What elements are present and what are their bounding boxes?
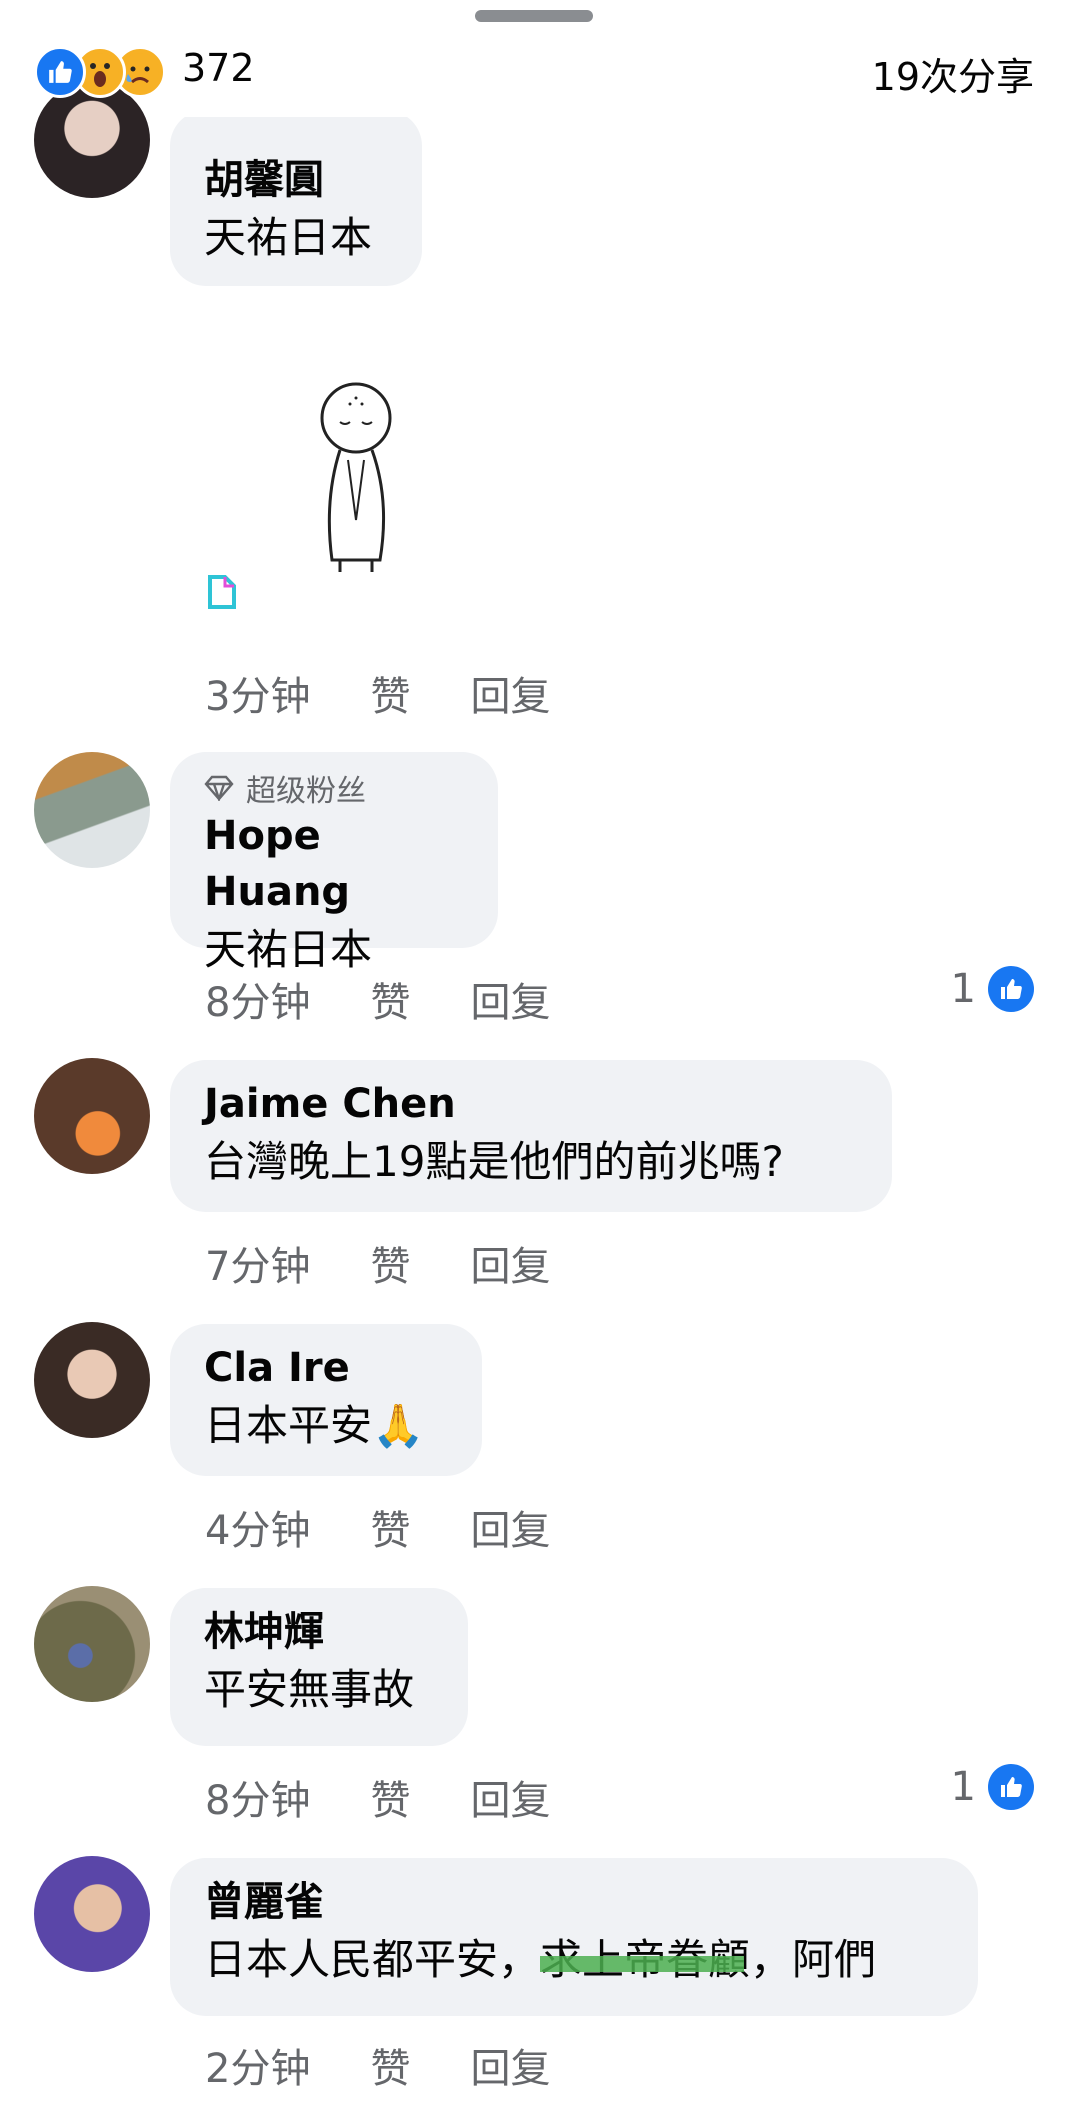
comment-text-part: ，阿們: [750, 1935, 877, 1984]
comment-text: 日本平安🙏: [204, 1401, 425, 1450]
comment-like-count[interactable]: 1: [951, 1764, 1034, 1810]
like-button[interactable]: 赞: [370, 664, 410, 722]
like-button[interactable]: 赞: [370, 1768, 410, 1826]
comment-time: 7分钟: [205, 1244, 311, 1290]
comment-bubble[interactable]: Cla Ire 日本平安🙏: [170, 1324, 482, 1476]
like-count-number: 1: [950, 966, 976, 1012]
comments-sheet: 372 19次分享 胡馨圓 天祐日本 3分钟 赞 回复 超级粉丝 Hope Hu…: [0, 0, 1068, 2116]
reply-button[interactable]: 回复: [470, 664, 550, 722]
avatar[interactable]: [34, 1322, 150, 1438]
comment-time: 4分钟: [205, 1508, 311, 1554]
comment-text-part: 日本人民都平安，: [204, 1935, 541, 1984]
comment-time: 8分钟: [205, 1778, 311, 1824]
comment-author[interactable]: 林坤輝: [204, 1604, 434, 1660]
comment-text: 日本人民都平安，求上帝眷顧，阿們: [204, 1930, 944, 1990]
comment-bubble[interactable]: 胡馨圓 天祐日本: [170, 110, 422, 286]
badge-label: 超级粉丝: [246, 774, 366, 809]
comment-bubble[interactable]: 曾麗雀 日本人民都平安，求上帝眷顧，阿們: [170, 1858, 978, 2016]
reply-button[interactable]: 回复: [470, 2036, 550, 2094]
comment-time: 2分钟: [205, 2046, 311, 2092]
comment-actions: 4分钟 赞 回复: [205, 1498, 610, 1556]
comment-actions: 7分钟 赞 回复: [205, 1234, 610, 1292]
reaction-icons[interactable]: [34, 46, 166, 98]
drag-handle[interactable]: [475, 10, 593, 22]
reply-button[interactable]: 回复: [470, 970, 550, 1028]
like-reaction-icon: [34, 46, 86, 98]
comment-bubble[interactable]: 林坤輝 平安無事故: [170, 1588, 468, 1746]
like-button[interactable]: 赞: [370, 1234, 410, 1292]
like-button[interactable]: 赞: [370, 2036, 410, 2094]
comment-text: 天祐日本: [204, 213, 373, 262]
diamond-icon: [204, 775, 234, 801]
comment-time: 3分钟: [205, 674, 311, 720]
avatar[interactable]: [34, 1856, 150, 1972]
comment-actions: 3分钟 赞 回复: [205, 664, 610, 722]
comment-text: 平安無事故: [204, 1665, 415, 1714]
comment-author[interactable]: Hope Huang: [204, 808, 464, 920]
reactions-bar: 372 19次分享: [0, 40, 1068, 104]
comment-author[interactable]: Cla Ire: [204, 1340, 448, 1396]
comment-time: 8分钟: [205, 980, 311, 1026]
reaction-count[interactable]: 372: [182, 46, 255, 90]
avatar[interactable]: [34, 752, 150, 868]
like-count-number: 1: [950, 1764, 976, 1810]
monk-praying-sticker[interactable]: [310, 380, 400, 580]
avatar[interactable]: [34, 82, 150, 198]
like-icon: [988, 1764, 1034, 1810]
reply-button[interactable]: 回复: [470, 1768, 550, 1826]
struck-text: 求上帝眷顧: [540, 1930, 750, 1990]
comment-author[interactable]: Jaime Chen: [204, 1076, 858, 1132]
comment-actions: 8分钟 赞 回复: [205, 970, 610, 1028]
comment-author[interactable]: 胡馨圓: [204, 152, 388, 208]
avatar[interactable]: [34, 1058, 150, 1174]
reply-button[interactable]: 回复: [470, 1234, 550, 1292]
comment-bubble[interactable]: Jaime Chen 台灣晚上19點是他們的前兆嗎?: [170, 1060, 892, 1212]
like-icon: [988, 966, 1034, 1012]
like-button[interactable]: 赞: [370, 1498, 410, 1556]
comment-actions: 2分钟 赞 回复: [205, 2036, 610, 2094]
reply-button[interactable]: 回复: [470, 1498, 550, 1556]
comment-author[interactable]: 曾麗雀: [204, 1874, 944, 1930]
super-fan-badge[interactable]: 超级粉丝: [204, 768, 464, 809]
avatar[interactable]: [34, 1586, 150, 1702]
file-icon: [208, 575, 236, 609]
comment-like-count[interactable]: 1: [951, 966, 1034, 1012]
comment-bubble[interactable]: 超级粉丝 Hope Huang 天祐日本: [170, 752, 498, 974]
comment-text: 台灣晚上19點是他們的前兆嗎?: [204, 1137, 784, 1186]
comment-actions: 8分钟 赞 回复: [205, 1768, 610, 1826]
share-count[interactable]: 19次分享: [872, 46, 1034, 101]
like-button[interactable]: 赞: [370, 970, 410, 1028]
